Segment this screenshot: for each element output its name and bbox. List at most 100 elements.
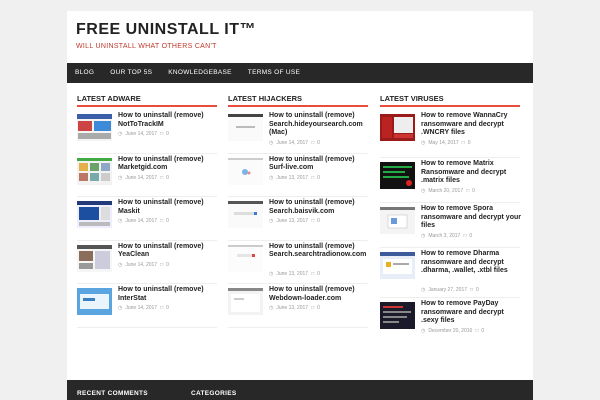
clock-icon: ◷ (269, 305, 274, 311)
article-date: January 27, 2017 (428, 287, 468, 293)
article-title[interactable]: How to remove PayDay ransomware and decr… (421, 300, 521, 326)
article-title[interactable]: How to remove Dharma ransomware and decr… (421, 250, 521, 276)
list-item: How to uninstall (remove) Webdown-loader… (228, 286, 368, 330)
article-meta: ◷ June 14, 2017 □ 0 (118, 131, 169, 137)
clock-icon: ◷ (421, 328, 426, 334)
comment-count[interactable]: 0 (481, 328, 484, 334)
item-divider (380, 157, 520, 158)
article-thumbnail[interactable] (380, 207, 415, 234)
article-title[interactable]: How to remove WannaCry ransomware and de… (421, 112, 521, 138)
comment-count[interactable]: 0 (166, 175, 169, 181)
article-title[interactable]: How to uninstall (remove) InterStat (118, 286, 218, 303)
article-date: March 20, 2017 (428, 188, 464, 194)
article-title[interactable]: How to uninstall (remove) Search.baisvik… (269, 199, 369, 216)
comment-count[interactable]: 0 (317, 140, 320, 146)
clock-icon: ◷ (118, 174, 123, 181)
comment-icon: □ (475, 328, 479, 334)
article-title[interactable]: How to remove Spora ransomware and decry… (421, 205, 521, 231)
site-tagline: WILL UNINSTALL WHAT OTHERS CAN'T (76, 43, 217, 50)
article-thumbnail[interactable] (77, 288, 112, 315)
article-thumbnail[interactable] (380, 252, 415, 279)
article-thumbnail[interactable] (228, 157, 263, 185)
list-item: How to uninstall (remove) Search.hideyou… (228, 112, 368, 156)
item-divider (380, 247, 520, 248)
article-meta: ◷ June 13, 2017 □ 0 (269, 305, 320, 311)
categories-title: CATEGORIES (191, 390, 237, 397)
comment-count[interactable]: 0 (166, 218, 169, 224)
nav-terms-of-use[interactable]: TERMS OF USE (240, 63, 308, 83)
article-meta: ◷ June 14, 2017 □ 0 (118, 305, 169, 311)
nav-blog[interactable]: BLOG (67, 63, 102, 83)
comment-count[interactable]: 0 (469, 233, 472, 239)
article-meta: ◷ June 14, 2017 □ 0 (269, 140, 320, 146)
article-thumbnail[interactable] (77, 114, 112, 141)
comment-count[interactable]: 0 (317, 305, 320, 311)
clock-icon: ◷ (269, 174, 274, 181)
article-date: May 14, 2017 (428, 140, 459, 146)
comment-count[interactable]: 0 (476, 287, 479, 293)
comment-icon: □ (160, 218, 164, 224)
article-thumbnail[interactable] (77, 244, 112, 272)
article-title[interactable]: How to uninstall (remove) NotToTrackIM (118, 112, 218, 129)
comment-count[interactable]: 0 (317, 218, 320, 224)
article-thumbnail[interactable] (77, 157, 112, 185)
article-thumbnail[interactable] (228, 244, 263, 272)
comment-count[interactable]: 0 (166, 305, 169, 311)
article-thumbnail[interactable] (380, 302, 415, 329)
article-title[interactable]: How to uninstall (remove) Surf-live.com (269, 156, 369, 173)
section-divider (77, 105, 217, 107)
article-date: March 3, 2017 (428, 233, 461, 239)
page-container: FREE UNINSTALL IT™ WILL UNINSTALL WHAT O… (67, 11, 533, 400)
article-title[interactable]: How to remove Matrix Ransomware and decr… (421, 160, 521, 186)
article-meta: ◷ June 14, 2017 □ 0 (118, 175, 169, 181)
article-meta: ◷ June 13, 2017 □ 0 (269, 175, 320, 181)
nav-our-top-5s[interactable]: OUR TOP 5S (102, 63, 160, 83)
comment-count[interactable]: 0 (317, 271, 320, 277)
footer: RECENT COMMENTS CATEGORIES (67, 380, 533, 400)
section-title: LATEST ADWARE (77, 94, 141, 103)
clock-icon: ◷ (118, 305, 123, 311)
nav-knowledgebase[interactable]: KNOWLEDGEBASE (160, 63, 240, 83)
section-title: LATEST VIRUSES (380, 94, 444, 103)
list-item: How to remove WannaCry ransomware and de… (380, 112, 520, 160)
article-thumbnail[interactable] (77, 201, 112, 228)
clock-icon: ◷ (118, 261, 123, 268)
comment-count[interactable]: 0 (166, 131, 169, 137)
section-title: LATEST HIJACKERS (228, 94, 303, 103)
article-date: June 13, 2017 (276, 174, 309, 181)
item-divider (77, 326, 217, 328)
article-thumbnail[interactable] (380, 162, 415, 189)
article-title[interactable]: How to uninstall (remove) Maskit (118, 199, 218, 216)
list-item: How to remove Spora ransomware and decry… (380, 205, 521, 250)
item-divider (77, 283, 217, 284)
comment-icon: □ (160, 305, 164, 311)
list-item: How to uninstall (remove) Maskit ◷ June 1… (77, 199, 217, 243)
item-divider (77, 196, 217, 197)
article-thumbnail[interactable] (228, 288, 263, 315)
comment-count[interactable]: 0 (472, 188, 475, 194)
comment-count[interactable]: 0 (166, 262, 169, 268)
item-divider (228, 326, 368, 328)
article-thumbnail[interactable] (380, 114, 415, 141)
article-title[interactable]: How to uninstall (remove) Webdown-loader… (269, 286, 369, 303)
article-thumbnail[interactable] (228, 201, 263, 228)
comment-count[interactable]: 0 (317, 175, 320, 181)
item-divider (380, 297, 520, 298)
article-title[interactable]: How to uninstall (remove) Marketgid.com (118, 156, 218, 173)
latest-viruses-section: LATEST VIRUSES How to remove WannaCry ra… (380, 94, 521, 345)
article-meta: ◷ June 13, 2017 □ 0 (269, 218, 320, 224)
item-divider (228, 196, 368, 197)
clock-icon: ◷ (421, 287, 426, 293)
article-date: June 14, 2017 (125, 174, 158, 181)
article-date: June 13, 2017 (276, 305, 309, 311)
article-date: June 14, 2017 (125, 261, 158, 268)
article-title[interactable]: How to uninstall (remove) YeaClean (118, 243, 218, 260)
article-title[interactable]: How to uninstall (remove) Search.searcht… (269, 243, 369, 260)
comment-icon: □ (466, 188, 470, 194)
article-thumbnail[interactable] (228, 114, 263, 141)
comment-count[interactable]: 0 (468, 140, 471, 146)
article-date: June 14, 2017 (125, 131, 158, 137)
comment-icon: □ (311, 174, 315, 181)
article-title[interactable]: How to uninstall (remove) Search.hideyou… (269, 112, 369, 138)
site-title[interactable]: FREE UNINSTALL IT™ (76, 21, 256, 39)
